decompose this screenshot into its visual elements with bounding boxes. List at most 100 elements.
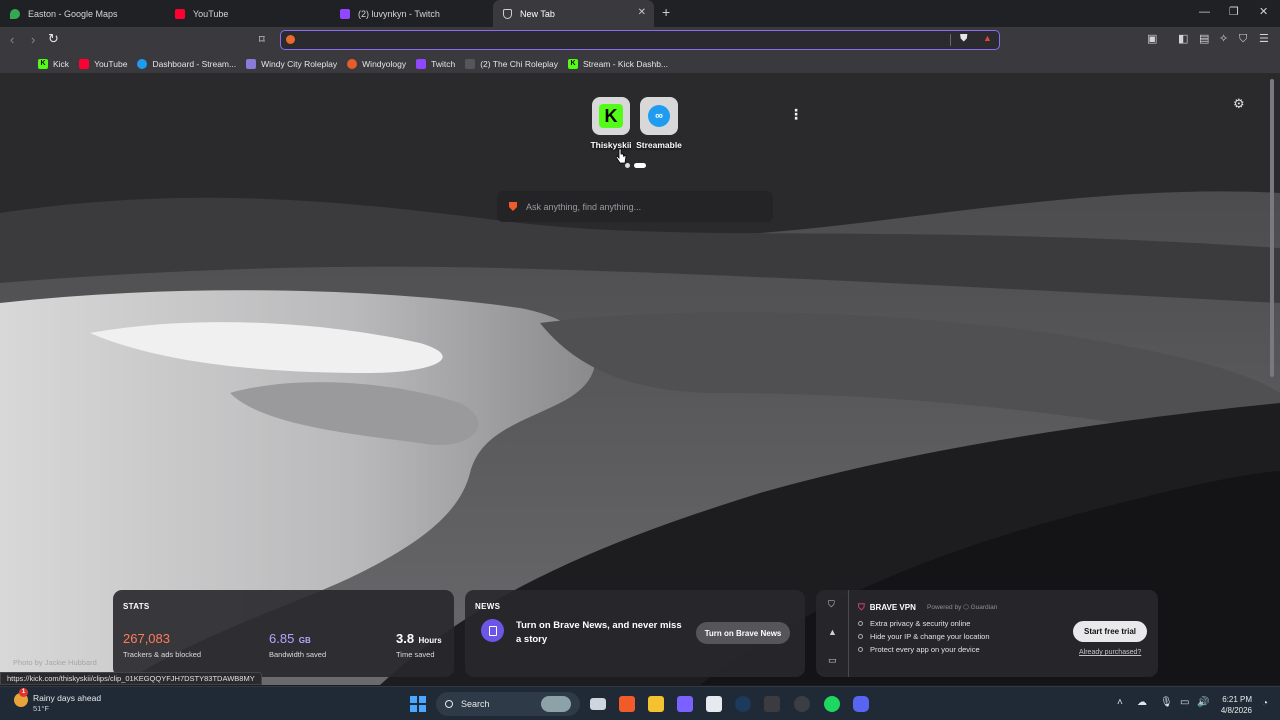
chevron-up-icon[interactable]: ˄ <box>1117 697 1123 709</box>
terminal-icon[interactable] <box>764 696 780 712</box>
brave-shield-icon <box>503 8 512 19</box>
bookmark-kick[interactable]: K Kick <box>38 58 70 69</box>
rewards-widget-tab-icon[interactable]: ▲ <box>828 627 837 637</box>
new-tab-page: ⚙ ⋮ K Thiskyskii ∞ Streamable STATS 267,… <box>0 73 1280 685</box>
bookmark-windyology[interactable]: Windyology <box>347 58 406 69</box>
microsoft-store-icon[interactable] <box>706 696 722 712</box>
weather-widget[interactable]: 1 Rainy days ahead 51°F <box>14 688 102 713</box>
tab-title: Easton - Google Maps <box>28 8 118 19</box>
bookmark-dashboard-streamable[interactable]: Dashboard - Stream... <box>137 58 236 69</box>
already-purchased-link[interactable]: Already purchased? <box>1079 649 1141 656</box>
weather-title: Rainy days ahead <box>33 693 102 703</box>
start-free-trial-button[interactable]: Start free trial <box>1073 621 1147 642</box>
bookmark-label: YouTube <box>94 58 128 69</box>
discord-icon[interactable] <box>853 696 869 712</box>
vpn-icon[interactable]: ⛉ <box>1239 33 1247 45</box>
close-window-button[interactable]: ✕ <box>1259 7 1268 18</box>
bookmark-label: Windy City Roleplay <box>261 58 338 69</box>
tab-youtube[interactable]: YouTube <box>165 0 330 27</box>
mouse-cursor-icon <box>616 148 627 164</box>
volume-icon[interactable]: 🔊 <box>1197 697 1209 709</box>
bookmark-icon[interactable]: ⌑ <box>259 33 265 47</box>
address-input[interactable] <box>299 32 939 48</box>
twitch-icon <box>416 58 427 69</box>
weather-temp: 51°F <box>33 704 49 713</box>
top-site-thiskyskii[interactable]: K Thiskyskii <box>586 97 636 150</box>
vpn-widget-tab-icon[interactable]: ⛉ <box>828 599 835 610</box>
network-icon[interactable]: ▭ <box>1180 697 1189 709</box>
onedrive-icon[interactable]: ☁ <box>1137 697 1147 709</box>
bookmark-chi-roleplay[interactable]: (2) The Chi Roleplay <box>465 58 558 69</box>
stat-caption: Trackers & ads blocked <box>123 650 202 659</box>
steam-icon[interactable] <box>735 696 751 712</box>
top-site-streamable[interactable]: ∞ Streamable <box>634 97 684 150</box>
windows-start-icon[interactable] <box>410 696 426 712</box>
tab-google-maps[interactable]: Easton - Google Maps <box>0 0 165 27</box>
tab-twitch[interactable]: (2) luvynkyn - Twitch <box>330 0 493 27</box>
bookmark-windy-city-roleplay[interactable]: Windy City Roleplay <box>246 58 338 69</box>
news-widget: NEWS Turn on Brave News, and never miss … <box>465 590 805 677</box>
copilot-icon[interactable] <box>677 696 693 712</box>
stat-unit: Hours <box>418 636 442 645</box>
top-sites-menu-icon[interactable]: ⋮ <box>789 107 803 121</box>
vpn-feature-text: Protect every app on your device <box>870 645 980 654</box>
top-site-tile[interactable]: ∞ <box>640 97 678 135</box>
close-tab-icon[interactable]: ✕ <box>638 8 646 18</box>
bullet-icon <box>858 621 863 626</box>
forward-button[interactable]: › <box>31 33 35 47</box>
new-tab-search-input[interactable] <box>526 197 756 216</box>
address-bar[interactable]: ⛊ ▲ <box>280 30 1000 50</box>
new-tab-search-box[interactable] <box>497 191 773 222</box>
chatgpt-icon[interactable] <box>794 696 810 712</box>
pager-dot[interactable] <box>625 163 630 168</box>
stat-value: 267,083 <box>123 631 170 646</box>
vpn-feature: Extra privacy & security online <box>858 619 970 628</box>
tab-manager-icon[interactable]: ▣ <box>1147 33 1157 45</box>
google-maps-icon <box>10 8 20 19</box>
tab-new-tab[interactable]: New Tab ✕ <box>493 0 654 27</box>
bookmark-twitch[interactable]: Twitch <box>416 58 455 69</box>
taskbar-clock[interactable]: 6:21 PM 4/8/2026 <box>1214 694 1252 716</box>
pager-dot-active[interactable] <box>634 163 646 168</box>
brave-rewards-icon[interactable]: ▲ <box>983 33 992 43</box>
top-site-tile[interactable]: K <box>592 97 630 135</box>
task-view-icon[interactable] <box>590 698 606 710</box>
talk-widget-tab-icon[interactable]: ▭ <box>828 655 837 666</box>
restore-button[interactable]: ❐ <box>1229 7 1239 18</box>
news-icon <box>481 619 504 642</box>
bookmark-label: Kick <box>53 58 70 69</box>
stat-trackers: 267,083 Trackers & ads blocked <box>123 630 201 659</box>
stat-unit: GB <box>298 636 311 645</box>
brave-search-icon <box>286 35 295 44</box>
page-scrollbar[interactable] <box>1268 73 1276 377</box>
notification-icon[interactable]: ◔ <box>1262 698 1268 710</box>
file-explorer-icon[interactable] <box>648 696 664 712</box>
windows-taskbar: 1 Rainy days ahead 51°F Search ˄ ☁ 🎙 ▭ 🔊… <box>0 686 1280 720</box>
leo-ai-icon[interactable]: ✧ <box>1219 33 1228 45</box>
divider <box>950 34 951 46</box>
spotify-icon[interactable] <box>824 696 840 712</box>
stat-caption: Time saved <box>396 650 435 659</box>
sidebar-icon[interactable]: ◧ <box>1178 33 1188 45</box>
wallet-icon[interactable]: ▤ <box>1199 33 1209 45</box>
bookmark-kick-dashboard[interactable]: K Stream - Kick Dashb... <box>567 58 668 69</box>
stat-value: 3.8 <box>396 631 415 646</box>
bookmark-youtube[interactable]: YouTube <box>79 58 128 69</box>
notification-badge: 1 <box>19 688 28 697</box>
new-tab-button[interactable]: + <box>662 5 670 19</box>
vpn-feature-text: Hide your IP & change your location <box>870 632 990 641</box>
back-button[interactable]: ‹ <box>10 33 14 47</box>
reload-button[interactable]: ↻ <box>48 32 59 46</box>
vpn-feature: Protect every app on your device <box>858 645 980 654</box>
clock-time: 6:21 PM <box>1222 695 1252 704</box>
gear-icon[interactable]: ⚙ <box>1233 96 1245 112</box>
taskbar-search-label: Search <box>461 699 490 709</box>
minimize-button[interactable]: — <box>1199 7 1210 18</box>
brave-shields-icon[interactable]: ⛊ <box>960 33 968 44</box>
turn-on-brave-news-button[interactable]: Turn on Brave News <box>696 622 790 644</box>
photo-credit: Photo by Jackie Hubbard <box>13 658 97 667</box>
taskbar-search[interactable]: Search <box>436 692 580 716</box>
brave-browser-icon[interactable] <box>619 696 635 712</box>
microphone-icon[interactable]: 🎙 <box>1160 697 1173 709</box>
menu-icon[interactable]: ☰ <box>1259 33 1269 45</box>
